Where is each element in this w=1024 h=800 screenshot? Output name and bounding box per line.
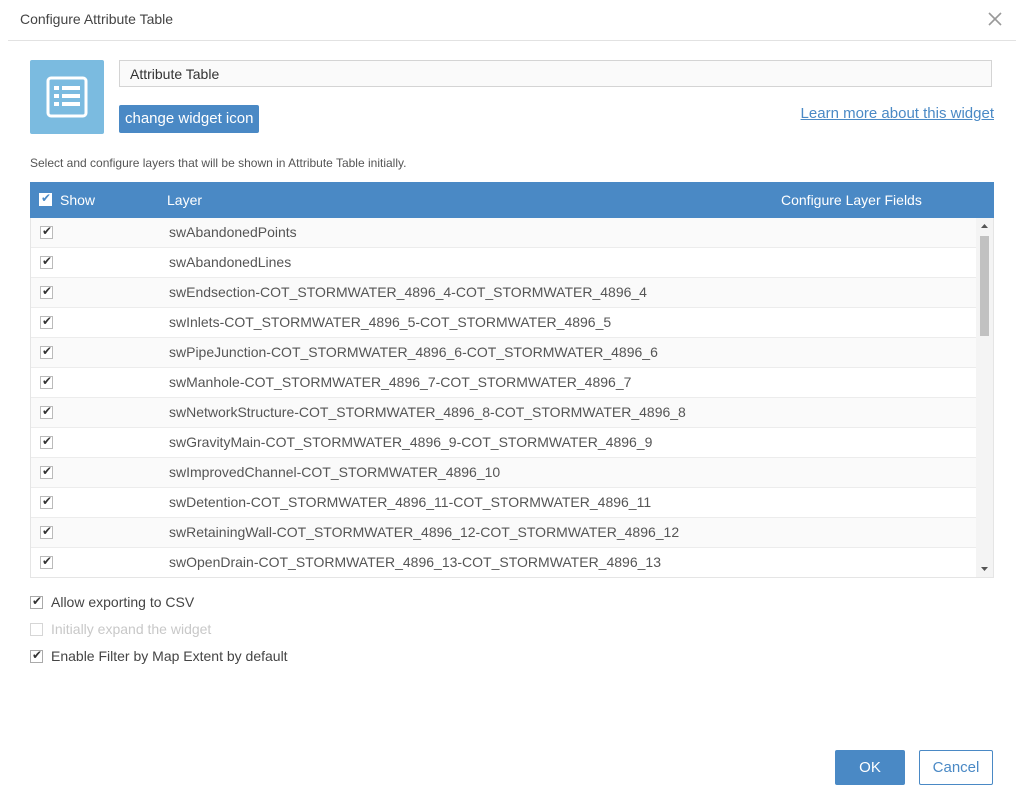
- check-icon: ✔: [42, 404, 53, 418]
- layer-name: swNetworkStructure-COT_STORMWATER_4896_8…: [169, 404, 686, 420]
- layer-name: swManhole-COT_STORMWATER_4896_7-COT_STOR…: [169, 374, 632, 390]
- layer-name: swDetention-COT_STORMWATER_4896_11-COT_S…: [169, 494, 652, 510]
- table-row: ✔ swImprovedChannel-COT_STORMWATER_4896_1…: [31, 458, 977, 488]
- check-icon: ✔: [32, 594, 43, 608]
- layers-description: Select and configure layers that will be…: [30, 156, 407, 170]
- dialog-title: Configure Attribute Table: [20, 11, 174, 27]
- export-csv-checkbox[interactable]: ✔: [30, 594, 43, 609]
- filter-map-extent-checkbox[interactable]: ✔: [30, 648, 43, 663]
- row-show-checkbox[interactable]: ✔: [40, 404, 53, 419]
- check-icon: ✔: [42, 314, 53, 328]
- expand-widget-checkbox[interactable]: [30, 623, 43, 636]
- table-row: ✔ swPipeJunction-COT_STORMWATER_4896_6-CO…: [31, 338, 977, 368]
- close-icon[interactable]: [986, 10, 1004, 28]
- table-row: ✔ swOpenDrain-COT_STORMWATER_4896_13-COT_…: [31, 548, 977, 577]
- table-row: ✔ swAbandonedLines: [31, 248, 977, 278]
- row-show-checkbox[interactable]: ✔: [40, 284, 53, 299]
- select-all-checkbox[interactable]: ✔: [39, 191, 52, 206]
- check-icon: ✔: [42, 374, 53, 388]
- layer-name: swOpenDrain-COT_STORMWATER_4896_13-COT_S…: [169, 554, 661, 570]
- table-row: ✔ swInlets-COT_STORMWATER_4896_5-COT_STOR…: [31, 308, 977, 338]
- row-show-checkbox[interactable]: ✔: [40, 524, 53, 539]
- layer-name: swRetainingWall-COT_STORMWATER_4896_12-C…: [169, 524, 680, 540]
- row-show-checkbox[interactable]: ✔: [40, 494, 53, 509]
- row-show-checkbox[interactable]: ✔: [40, 464, 53, 479]
- cancel-button[interactable]: Cancel: [919, 750, 993, 785]
- table-list-icon: [30, 60, 104, 134]
- check-icon: ✔: [42, 344, 53, 358]
- check-icon: ✔: [41, 191, 52, 205]
- column-header-layer: Layer: [167, 192, 203, 208]
- table-row: ✔ swRetainingWall-COT_STORMWATER_4896_12-…: [31, 518, 977, 548]
- row-show-checkbox[interactable]: ✔: [40, 344, 53, 359]
- change-widget-icon-button[interactable]: change widget icon: [119, 105, 260, 133]
- ok-button[interactable]: OK: [835, 750, 905, 785]
- scroll-thumb[interactable]: [980, 236, 989, 336]
- layer-name: swGravityMain-COT_STORMWATER_4896_9-COT_…: [169, 434, 653, 450]
- learn-more-link[interactable]: Learn more about this widget: [801, 105, 994, 122]
- row-show-checkbox[interactable]: ✔: [40, 434, 53, 449]
- scroll-up-icon[interactable]: [976, 218, 993, 235]
- filter-map-extent-label: Enable Filter by Map Extent by default: [51, 648, 288, 664]
- layer-name: swPipeJunction-COT_STORMWATER_4896_6-COT…: [169, 344, 658, 360]
- scroll-down-icon[interactable]: [976, 560, 993, 577]
- table-row: ✔ swEndsection-COT_STORMWATER_4896_4-COT_…: [31, 278, 977, 308]
- table-row: ✔ swGravityMain-COT_STORMWATER_4896_9-COT…: [31, 428, 977, 458]
- table-scrollbar[interactable]: [976, 218, 993, 577]
- layer-name: swEndsection-COT_STORMWATER_4896_4-COT_S…: [169, 284, 647, 300]
- row-show-checkbox[interactable]: ✔: [40, 374, 53, 389]
- table-row: ✔ swManhole-COT_STORMWATER_4896_7-COT_STO…: [31, 368, 977, 398]
- row-show-checkbox[interactable]: ✔: [40, 314, 53, 329]
- table-row: ✔ swAbandonedPoints: [31, 218, 977, 248]
- check-icon: ✔: [42, 434, 53, 448]
- row-show-checkbox[interactable]: ✔: [40, 554, 53, 569]
- row-show-checkbox[interactable]: ✔: [40, 254, 53, 269]
- layer-name: swImprovedChannel-COT_STORMWATER_4896_10: [169, 464, 501, 480]
- layer-name: swAbandonedLines: [169, 254, 292, 270]
- configure-dialog: Configure Attribute Table change widget …: [8, 0, 1016, 800]
- layer-name: swAbandonedPoints: [169, 224, 297, 240]
- check-icon: ✔: [42, 524, 53, 538]
- layer-name: swInlets-COT_STORMWATER_4896_5-COT_STORM…: [169, 314, 612, 330]
- column-header-configure-fields: Configure Layer Fields: [781, 192, 922, 208]
- check-icon: ✔: [42, 224, 53, 238]
- table-header: ✔ Show Layer Configure Layer Fields: [30, 182, 994, 218]
- widget-name-input[interactable]: [119, 60, 992, 87]
- check-icon: ✔: [42, 254, 53, 268]
- check-icon: ✔: [42, 464, 53, 478]
- row-show-checkbox[interactable]: ✔: [40, 224, 53, 239]
- title-bar: Configure Attribute Table: [8, 0, 1016, 41]
- table-row: ✔ swNetworkStructure-COT_STORMWATER_4896_…: [31, 398, 977, 428]
- check-icon: ✔: [32, 648, 43, 662]
- expand-widget-label: Initially expand the widget: [51, 621, 212, 637]
- check-icon: ✔: [42, 554, 53, 568]
- table-body: ✔ swAbandonedPoints ✔ swAbandonedLines ✔ swEn…: [31, 218, 977, 577]
- layers-table: ✔ Show Layer Configure Layer Fields ✔ swA…: [30, 182, 994, 578]
- column-header-show: Show: [60, 192, 96, 208]
- check-icon: ✔: [42, 494, 53, 508]
- export-csv-label: Allow exporting to CSV: [51, 594, 195, 610]
- table-row: ✔ swDetention-COT_STORMWATER_4896_11-COT_…: [31, 488, 977, 518]
- check-icon: ✔: [42, 284, 53, 298]
